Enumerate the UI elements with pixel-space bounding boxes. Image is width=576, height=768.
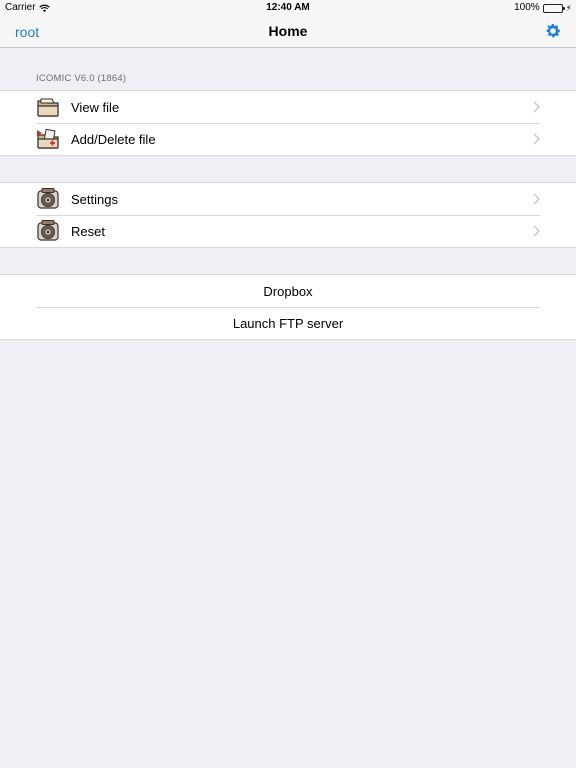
add-delete-file-label: Add/Delete file xyxy=(71,131,156,147)
folder-icon xyxy=(37,98,59,117)
chevron-right-icon xyxy=(533,133,540,145)
bolt-icon: ⚡ xyxy=(565,2,572,13)
status-time: 12:40 AM xyxy=(266,2,310,13)
file-group: View file Add/Delete file xyxy=(0,90,576,156)
launch-ftp-server-label: Launch FTP server xyxy=(232,315,344,331)
folder-edit-icon xyxy=(37,128,59,149)
dropbox-label: Dropbox xyxy=(263,283,313,299)
status-bar: Carrier 12:40 AM 100% ⚡ xyxy=(0,0,576,16)
battery-area: 100% ⚡ xyxy=(514,0,572,16)
view-file-label: View file xyxy=(71,99,120,115)
actions-group: Dropbox Launch FTP server xyxy=(0,274,576,340)
gear-icon[interactable] xyxy=(544,22,562,40)
settings-label: Settings xyxy=(71,191,118,207)
navigation-bar: root Home xyxy=(0,16,576,48)
section-header-version: ICOMIC V6.0 (1864) xyxy=(36,73,127,84)
settings-group: Settings Reset xyxy=(0,182,576,248)
battery-percent: 100% xyxy=(514,2,540,13)
settings-row[interactable]: Settings xyxy=(0,183,576,215)
chevron-right-icon xyxy=(533,193,540,205)
view-file-row[interactable]: View file xyxy=(0,91,576,123)
page-title: Home xyxy=(268,23,308,39)
chevron-right-icon xyxy=(533,225,540,237)
reset-row[interactable]: Reset xyxy=(0,215,576,247)
add-delete-file-row[interactable]: Add/Delete file xyxy=(0,123,576,155)
reset-label: Reset xyxy=(71,223,105,239)
launch-ftp-server-button[interactable]: Launch FTP server xyxy=(0,307,576,339)
chevron-right-icon xyxy=(533,101,540,113)
dropbox-button[interactable]: Dropbox xyxy=(0,275,576,307)
battery-icon xyxy=(542,3,565,13)
settings-machine-icon xyxy=(37,188,59,209)
reset-machine-icon xyxy=(37,220,59,241)
